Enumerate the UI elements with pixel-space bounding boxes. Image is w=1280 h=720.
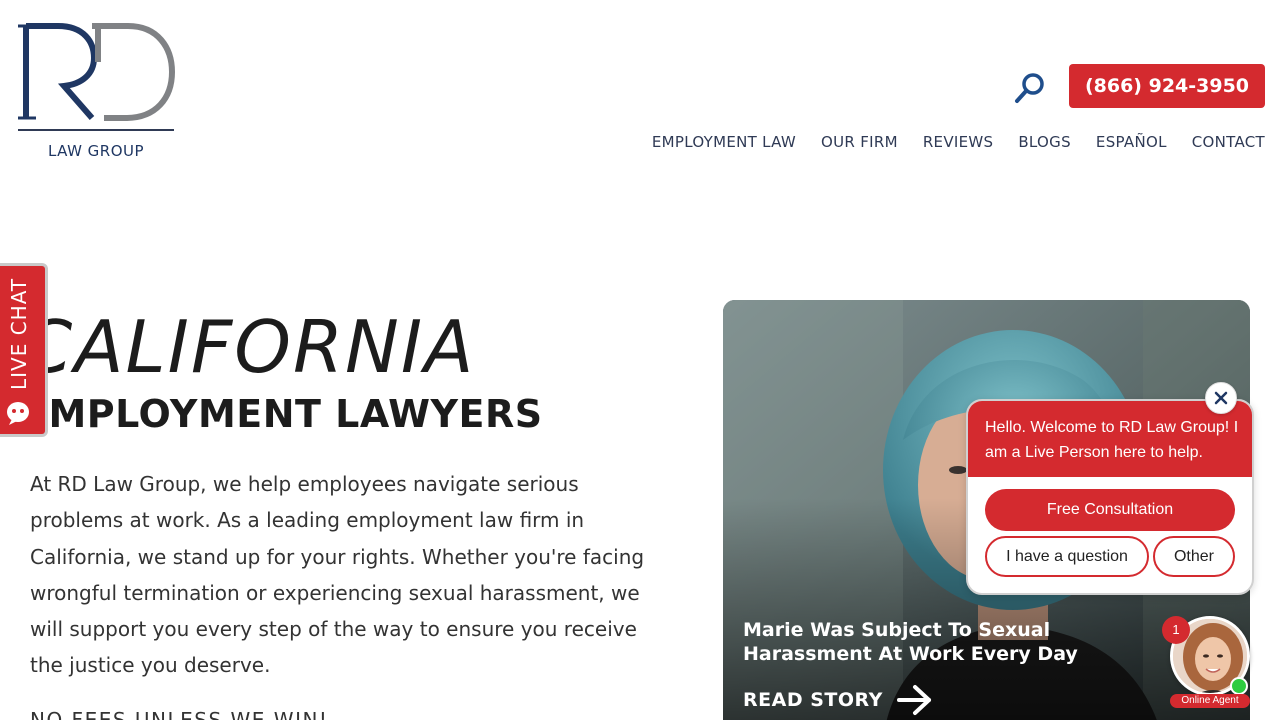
- site-logo[interactable]: LAW GROUP: [18, 22, 178, 162]
- chat-close-button[interactable]: [1205, 382, 1237, 414]
- chat-bubble-icon: [6, 400, 32, 426]
- nav-espanol[interactable]: ESPAÑOL: [1096, 133, 1167, 151]
- online-agent-label: Online Agent: [1170, 694, 1250, 708]
- hero-title-line2: EMPLOYMENT LAWYERS: [22, 392, 543, 436]
- logo-divider: [18, 129, 174, 131]
- online-status-dot: [1230, 677, 1248, 695]
- phone-button[interactable]: (866) 924-3950: [1069, 64, 1265, 108]
- search-icon: [1015, 73, 1044, 103]
- nav-contact[interactable]: CONTACT: [1192, 133, 1265, 151]
- nav-blogs[interactable]: BLOGS: [1018, 133, 1071, 151]
- search-button[interactable]: [1012, 70, 1048, 106]
- question-button[interactable]: I have a question: [985, 536, 1149, 577]
- live-chat-label: LIVE CHAT: [7, 277, 31, 390]
- hero-paragraph: At RD Law Group, we help employees navig…: [30, 472, 645, 678]
- arrow-right-icon: [896, 685, 931, 715]
- main-nav: EMPLOYMENT LAW OUR FIRM REVIEWS BLOGS ES…: [652, 133, 1265, 151]
- live-chat-tab[interactable]: LIVE CHAT: [0, 263, 48, 437]
- nav-our-firm[interactable]: OUR FIRM: [821, 133, 898, 151]
- free-consultation-button[interactable]: Free Consultation: [985, 489, 1235, 531]
- read-story-label: READ STORY: [743, 689, 883, 711]
- other-button[interactable]: Other: [1153, 536, 1235, 577]
- nav-employment-law[interactable]: EMPLOYMENT LAW: [652, 133, 796, 151]
- live-chat-content: LIVE CHAT: [6, 278, 32, 426]
- story-title: Marie Was Subject To Sexual Harassment A…: [743, 619, 1078, 665]
- chat-welcome-message: Hello. Welcome to RD Law Group! I am a L…: [985, 419, 1239, 461]
- hero-title-line1: CALIFORNIA: [22, 305, 476, 389]
- chat-popup: Hello. Welcome to RD Law Group! I am a L…: [966, 399, 1254, 595]
- hero-tagline: NO FEES UNLESS WE WIN!: [30, 708, 329, 720]
- logo-subtitle: LAW GROUP: [47, 142, 145, 160]
- logo-mark: [18, 23, 176, 121]
- notification-badge: 1: [1162, 616, 1190, 644]
- close-icon: [1214, 391, 1228, 405]
- nav-reviews[interactable]: REVIEWS: [923, 133, 994, 151]
- read-story-link[interactable]: READ STORY: [743, 684, 933, 716]
